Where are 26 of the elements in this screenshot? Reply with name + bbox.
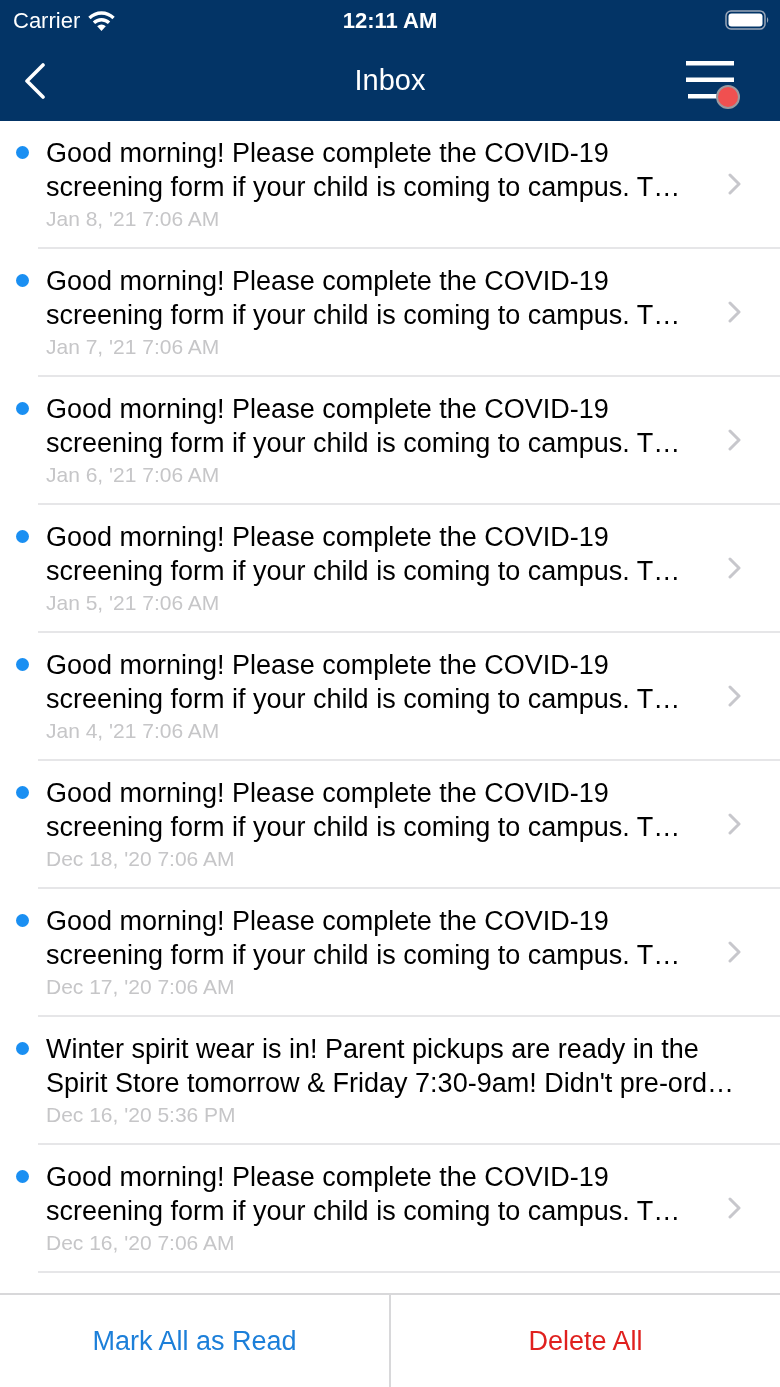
battery-icon <box>725 10 770 30</box>
message-date: Jan 4, '21 7:06 AM <box>46 718 221 744</box>
message-preview: Good morning! Please complete the COVID-19 screening form if your child is coming to campus. T… <box>46 905 682 972</box>
message-preview: Good morning! Please complete the COVID-19 screening form if your child is coming to campus. T… <box>46 649 682 716</box>
menu-icon <box>686 60 734 99</box>
message-date: Jan 8, '21 7:06 AM <box>46 206 221 232</box>
screen-title: Inbox <box>354 62 426 98</box>
message-date: Dec 17, '20 7:06 AM <box>46 974 236 1000</box>
message-date: Dec 16, '20 5:36 PM <box>46 1102 237 1128</box>
wifi-icon <box>87 9 117 31</box>
message-date: Dec 16, '20 7:06 AM <box>46 1230 236 1256</box>
message-preview: Good morning! Please complete the COVID-19 screening form if your child is coming to campus. T… <box>46 393 682 460</box>
message-date: Jan 6, '21 7:06 AM <box>46 462 221 488</box>
message-date: Jan 7, '21 7:06 AM <box>46 334 221 360</box>
message-preview: Good morning! Please complete the COVID-19 screening form if your child is coming to campus. T… <box>46 265 682 332</box>
message-preview: Good morning! Please complete the COVID-19 screening form if your child is coming to campus. T… <box>46 777 682 844</box>
message-date: Dec 18, '20 7:06 AM <box>46 846 236 872</box>
message-preview: Good morning! Please complete the COVID-19 screening form if your child is coming to campus. T… <box>46 137 682 204</box>
message-date: Jan 5, '21 7:06 AM <box>46 590 221 616</box>
message-preview: Winter spirit wear is in! Parent pickups are ready in the Spirit Store tomorrow & Friday 7:30-9am! Didn't pre-ord… <box>46 1033 735 1100</box>
carrier-label: Carrier <box>13 6 81 35</box>
message-preview: Good morning! Please complete the COVID-19 screening form if your child is coming to campus. T… <box>46 1161 682 1228</box>
status-time: 12:11 AM <box>342 6 438 35</box>
back-icon[interactable] <box>24 62 46 99</box>
message-preview: Good morning! Please complete the COVID-19 screening form if your child is coming to campus. T… <box>46 521 682 588</box>
menu-button[interactable] <box>686 60 740 109</box>
